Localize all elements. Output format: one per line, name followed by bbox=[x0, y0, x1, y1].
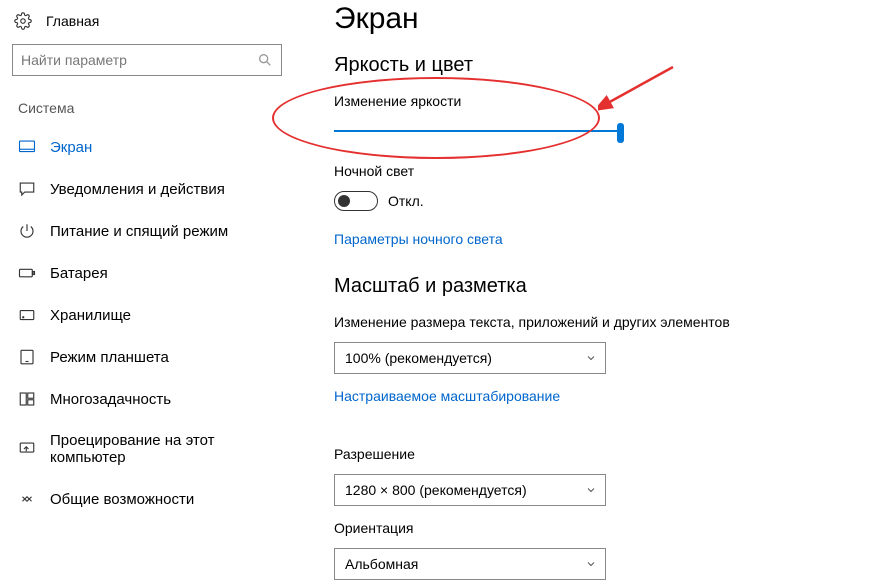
sidebar-item-label: Многозадачность bbox=[50, 391, 171, 408]
main-content: Экран Яркость и цвет Изменение яркости Н… bbox=[300, 0, 869, 573]
sidebar-item-label: Режим планшета bbox=[50, 349, 169, 366]
project-icon bbox=[18, 440, 36, 458]
search-icon bbox=[257, 52, 273, 68]
sidebar-item-multitask[interactable]: Многозадачность bbox=[6, 378, 300, 420]
toggle-state-label: Откл. bbox=[388, 193, 424, 209]
battery-icon bbox=[18, 264, 36, 282]
sidebar-item-shared[interactable]: Общие возможности bbox=[6, 478, 300, 520]
sidebar-item-power[interactable]: Питание и спящий режим bbox=[6, 210, 300, 252]
sidebar-item-label: Проецирование на этот компьютер bbox=[50, 432, 290, 466]
custom-scaling-link[interactable]: Настраиваемое масштабирование bbox=[334, 388, 560, 404]
scale-label: Изменение размера текста, приложений и д… bbox=[334, 314, 849, 330]
orientation-label: Ориентация bbox=[334, 520, 849, 536]
sidebar-item-storage[interactable]: Хранилище bbox=[6, 294, 300, 336]
sidebar-item-label: Экран bbox=[50, 139, 92, 156]
sidebar-item-display[interactable]: Экран bbox=[6, 126, 300, 168]
slider-thumb[interactable] bbox=[617, 123, 624, 143]
resolution-value: 1280 × 800 (рекомендуется) bbox=[345, 482, 527, 498]
sidebar: Главная Система Экран Уведомления и дейс… bbox=[0, 0, 300, 573]
section-scale: Масштаб и разметка bbox=[334, 275, 849, 298]
slider-track bbox=[334, 130, 624, 132]
night-light-label: Ночной свет bbox=[334, 163, 849, 179]
orientation-dropdown[interactable]: Альбомная bbox=[334, 548, 606, 580]
night-light-settings-link[interactable]: Параметры ночного света bbox=[334, 231, 503, 247]
annotation-oval bbox=[272, 77, 600, 159]
brightness-label: Изменение яркости bbox=[334, 93, 849, 109]
display-icon bbox=[18, 138, 36, 156]
resolution-dropdown[interactable]: 1280 × 800 (рекомендуется) bbox=[334, 474, 606, 506]
toggle-knob bbox=[338, 195, 350, 207]
sidebar-item-projecting[interactable]: Проецирование на этот компьютер bbox=[6, 420, 300, 478]
power-icon bbox=[18, 222, 36, 240]
sidebar-item-label: Хранилище bbox=[50, 307, 131, 324]
chevron-down-icon bbox=[585, 558, 597, 570]
resolution-label: Разрешение bbox=[334, 446, 849, 462]
sidebar-item-battery[interactable]: Батарея bbox=[6, 252, 300, 294]
night-light-toggle[interactable] bbox=[334, 191, 378, 211]
multitask-icon bbox=[18, 390, 36, 408]
sidebar-item-tablet[interactable]: Режим планшета bbox=[6, 336, 300, 378]
sidebar-group-label: Система bbox=[6, 100, 300, 126]
sidebar-item-label: Питание и спящий режим bbox=[50, 223, 228, 240]
share-icon bbox=[18, 490, 36, 508]
storage-icon bbox=[18, 306, 36, 324]
chat-icon bbox=[18, 180, 36, 198]
scale-value: 100% (рекомендуется) bbox=[345, 350, 492, 366]
chevron-down-icon bbox=[585, 484, 597, 496]
sidebar-item-notifications[interactable]: Уведомления и действия bbox=[6, 168, 300, 210]
page-title: Экран bbox=[334, 2, 849, 36]
sidebar-item-label: Общие возможности bbox=[50, 491, 194, 508]
home-link[interactable]: Главная bbox=[6, 8, 300, 44]
brightness-slider[interactable] bbox=[334, 121, 624, 141]
chevron-down-icon bbox=[585, 352, 597, 364]
sidebar-item-label: Уведомления и действия bbox=[50, 181, 225, 198]
orientation-value: Альбомная bbox=[345, 556, 418, 572]
search-input-wrap[interactable] bbox=[12, 44, 282, 76]
scale-dropdown[interactable]: 100% (рекомендуется) bbox=[334, 342, 606, 374]
tablet-icon bbox=[18, 348, 36, 366]
home-label: Главная bbox=[46, 13, 99, 29]
search-input[interactable] bbox=[21, 52, 241, 68]
gear-icon bbox=[14, 12, 32, 30]
section-brightness: Яркость и цвет bbox=[334, 54, 849, 77]
sidebar-item-label: Батарея bbox=[50, 265, 108, 282]
